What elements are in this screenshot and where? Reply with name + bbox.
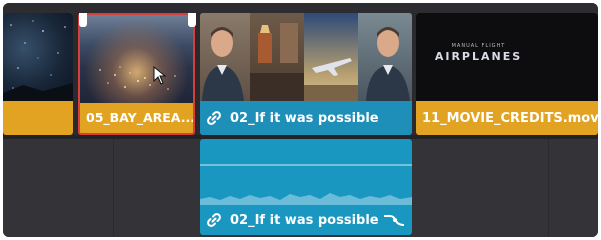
thumbnail-frame bbox=[250, 13, 304, 101]
video-clip-interview[interactable]: 02_If it was possible bbox=[200, 13, 412, 135]
audio-waveform bbox=[200, 164, 412, 205]
video-clip-bay-area[interactable]: 05_BAY_AREA... bbox=[78, 13, 195, 135]
clip-thumbnail bbox=[80, 15, 193, 103]
track-divider bbox=[113, 139, 114, 237]
timeline-ruler[interactable] bbox=[3, 3, 598, 13]
room-lamp bbox=[250, 23, 304, 101]
man-portrait bbox=[366, 27, 410, 101]
audio-curve-icon[interactable] bbox=[382, 212, 406, 228]
timeline-panel: 05_BAY_AREA... 02_If it was possible MAN… bbox=[3, 3, 598, 237]
thumbnail-frame bbox=[200, 13, 250, 101]
link-icon bbox=[207, 213, 221, 227]
trim-handle-right[interactable] bbox=[188, 13, 196, 27]
clip-label: 11_MOVIE_CREDITS.mov bbox=[422, 110, 598, 126]
thumbnail-frame bbox=[358, 13, 412, 101]
link-icon bbox=[207, 111, 221, 125]
track-divider bbox=[548, 139, 549, 237]
credits-title: AIRPLANES bbox=[434, 50, 523, 63]
airplane-poster bbox=[304, 58, 358, 101]
clip-label bbox=[3, 101, 73, 135]
clip-thumbnail bbox=[3, 13, 73, 101]
audio-clip-label-row: 02_If it was possible bbox=[200, 205, 412, 235]
clip-label-row: 02_If it was possible bbox=[200, 101, 412, 135]
credits-small-text: MANUAL FLIGHT bbox=[451, 43, 506, 49]
video-clip-movie-credits[interactable]: MANUAL FLIGHT AIRPLANES 11_MOVIE_CREDITS… bbox=[416, 13, 598, 135]
clip-label: 02_If it was possible bbox=[230, 110, 379, 126]
clip-thumbnail: MANUAL FLIGHT AIRPLANES bbox=[416, 13, 598, 101]
thumbnail-frame bbox=[304, 13, 358, 101]
trim-handle-left[interactable] bbox=[79, 13, 87, 27]
night-sky-thumbnail bbox=[3, 20, 73, 101]
video-clip-night-sky[interactable] bbox=[3, 13, 73, 135]
city-lights-thumbnail bbox=[99, 66, 176, 90]
clip-thumbnail-strip bbox=[200, 13, 412, 101]
clip-label: 05_BAY_AREA... bbox=[86, 109, 193, 125]
audio-clip-interview[interactable]: 02_If it was possible bbox=[200, 139, 412, 235]
man-portrait bbox=[202, 27, 244, 101]
mouse-pointer-icon bbox=[153, 66, 167, 85]
audio-clip-label: 02_If it was possible bbox=[230, 212, 379, 228]
